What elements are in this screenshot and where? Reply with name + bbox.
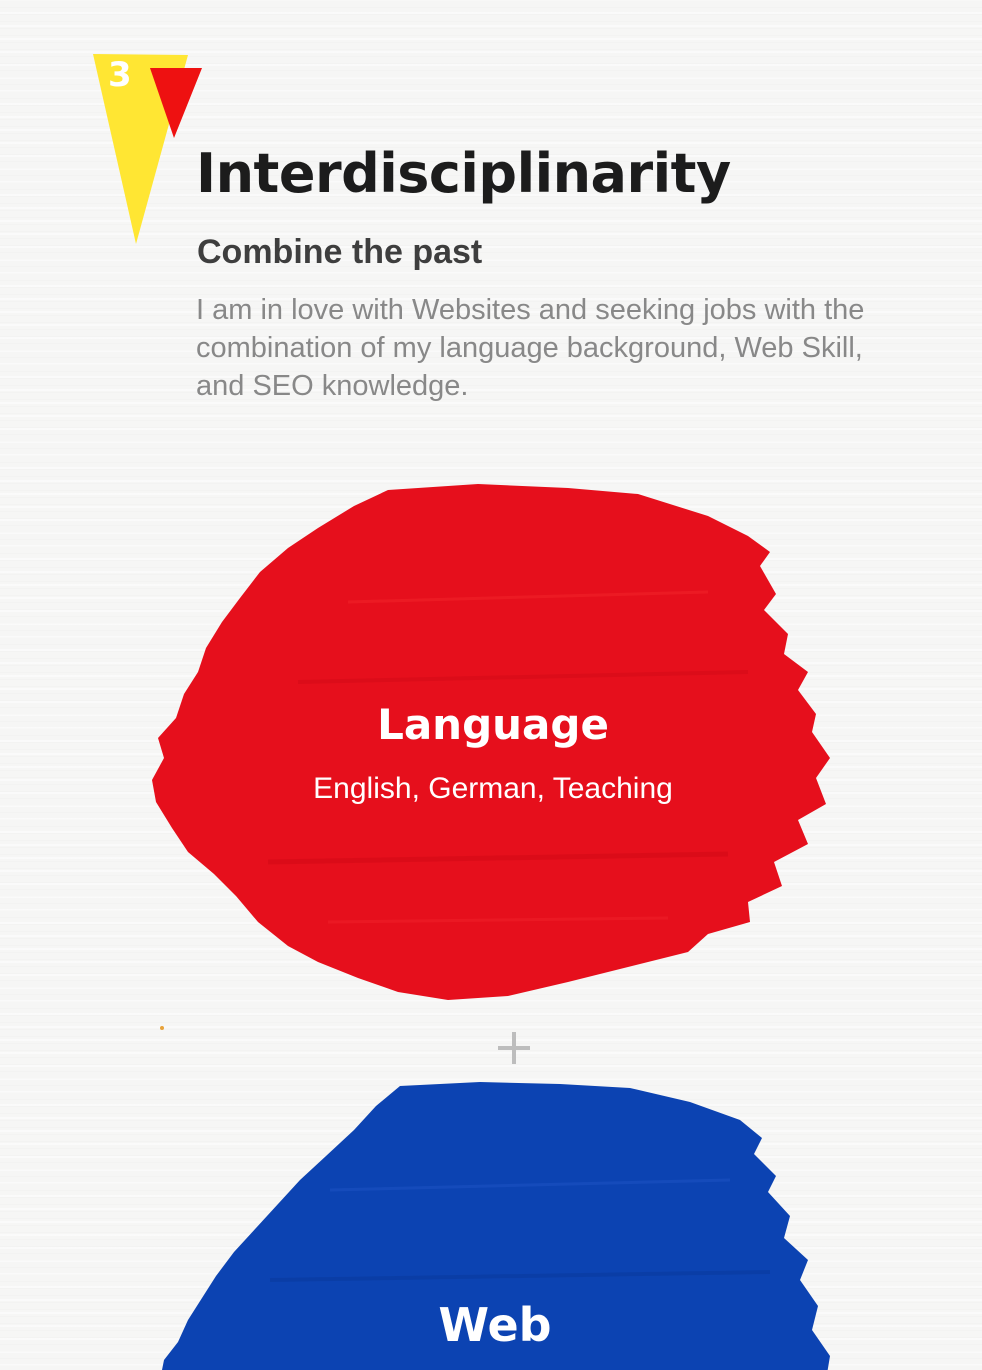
web-skill-card: Web [150, 1080, 840, 1370]
section-number-badge: 3 [90, 52, 210, 252]
skill-title-web: Web [438, 1298, 552, 1352]
paint-speck [160, 1026, 164, 1030]
section-description: I am in love with Websites and seeking j… [196, 294, 865, 402]
skill-description-language: English, German, Teaching [313, 772, 673, 805]
language-skill-card: Language English, German, Teaching [148, 482, 838, 1007]
skill-title-language: Language [377, 700, 609, 749]
section-title: Interdisciplinarity [196, 142, 731, 205]
section-subtitle: Combine the past [197, 233, 483, 271]
section-number: 3 [108, 55, 132, 95]
plus-icon [494, 1028, 534, 1068]
